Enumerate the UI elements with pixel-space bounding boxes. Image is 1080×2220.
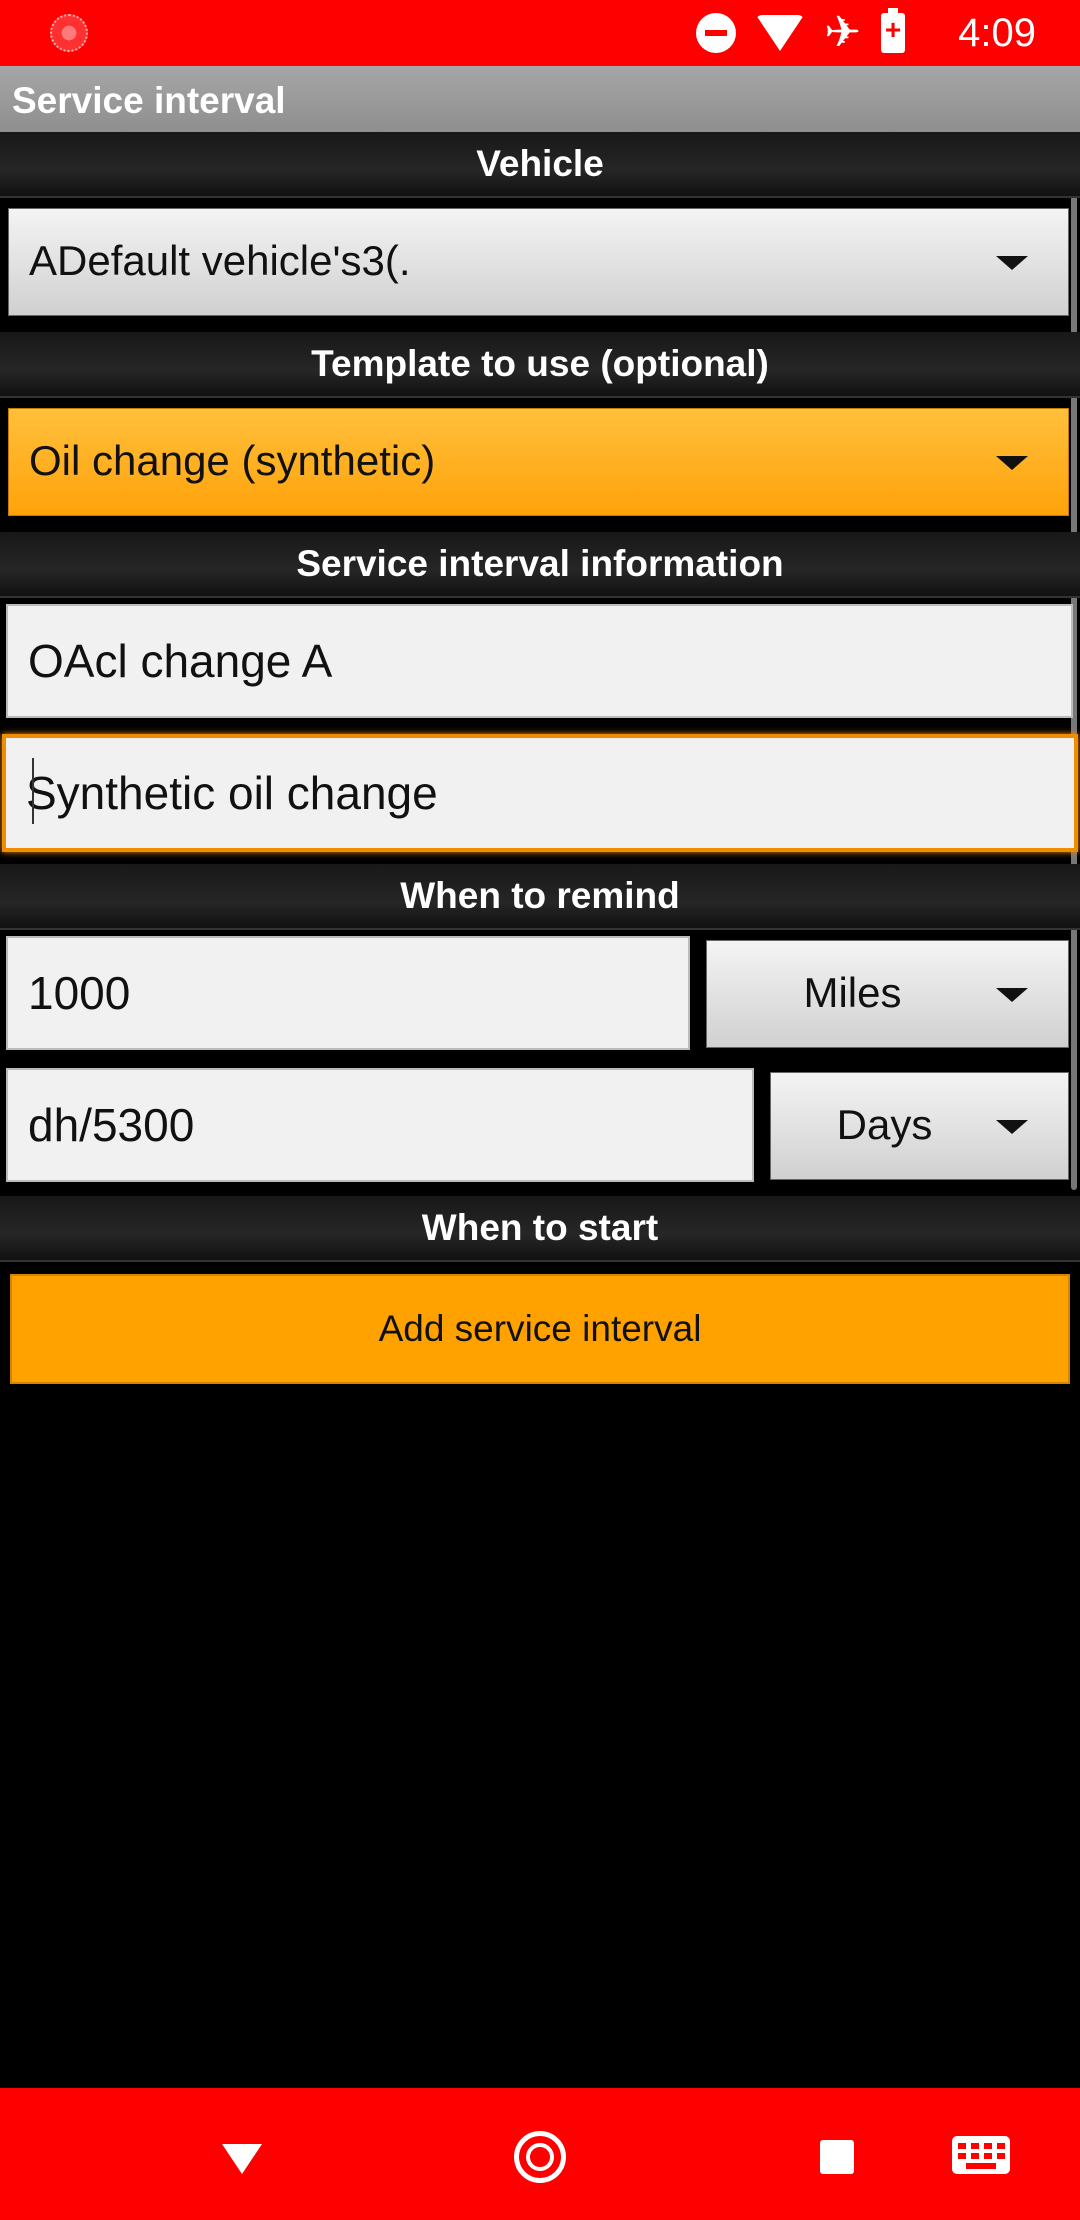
chevron-down-icon [996,1120,1028,1134]
distance-unit-dropdown[interactable]: Miles [706,940,1069,1048]
chevron-down-icon [996,456,1028,470]
airplane-mode-icon: ✈ [824,8,861,57]
interval-name-field[interactable] [6,604,1073,718]
section-header-vehicle: Vehicle [0,132,1080,198]
time-unit-dropdown[interactable]: Days [770,1072,1069,1180]
section-label: Template to use (optional) [311,343,769,384]
section-header-info: Service interval information [0,532,1080,598]
interval-description-field[interactable] [2,734,1078,852]
wifi-icon [756,15,805,51]
home-icon[interactable] [514,2131,566,2183]
time-field[interactable] [6,1068,754,1182]
interval-description-input[interactable] [6,738,1074,848]
chevron-down-icon [996,988,1028,1002]
screen-record-icon [50,14,88,52]
distance-field[interactable] [6,936,690,1050]
interval-name-input[interactable] [8,606,1071,716]
chevron-down-icon [996,256,1028,270]
do-not-disturb-icon [696,13,737,53]
keyboard-icon[interactable] [952,2136,1010,2174]
battery-charging-icon [881,8,905,53]
text-cursor [32,758,34,824]
section-header-start: When to start [0,1196,1080,1262]
add-service-interval-button[interactable]: Add service interval [10,1274,1070,1384]
recent-apps-icon[interactable] [820,2140,854,2174]
vehicle-dropdown-value: ADefault vehicle's3(. [29,237,411,284]
app-title-bar: Service interval [0,66,1080,136]
navigation-bar [0,2088,1080,2220]
section-label: Vehicle [476,143,604,184]
section-label: When to remind [400,875,680,916]
section-label: When to start [421,1207,659,1248]
distance-input[interactable] [8,938,688,1048]
back-icon[interactable] [222,2144,262,2174]
section-header-template: Template to use (optional) [0,332,1080,398]
time-unit-value: Days [836,1101,933,1148]
status-time: 4:09 [958,11,1036,55]
template-dropdown[interactable]: Oil change (synthetic) [8,408,1069,516]
section-header-remind: When to remind [0,864,1080,930]
section-label: Service interval information [296,543,784,584]
status-icons: ✈ [696,8,905,57]
vehicle-dropdown[interactable]: ADefault vehicle's3(. [8,208,1069,316]
time-input[interactable] [8,1070,752,1180]
distance-unit-value: Miles [803,969,902,1016]
status-bar: ✈ 4:09 [0,0,1080,66]
page-title: Service interval [12,80,286,121]
template-dropdown-value: Oil change (synthetic) [29,437,436,484]
